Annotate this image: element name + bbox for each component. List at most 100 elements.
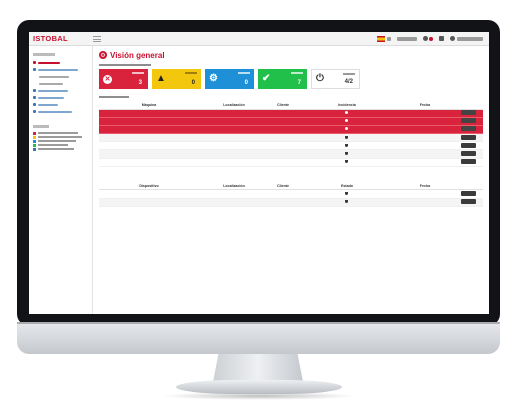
- page-subtitle: [99, 64, 151, 66]
- column-header: [453, 182, 483, 191]
- incident-cell: [297, 109, 397, 118]
- sidebar-item-reports[interactable]: [33, 94, 88, 101]
- x-circle-icon: ✕: [103, 74, 112, 84]
- istobal-logo[interactable]: ISTOBAL: [29, 34, 93, 43]
- grid-icon[interactable]: [439, 36, 444, 41]
- heart-icon: [345, 143, 348, 147]
- status-card-label: [343, 73, 355, 75]
- location-cell: [199, 198, 269, 207]
- language-selector[interactable]: [377, 35, 391, 42]
- status-card-count: 0: [191, 80, 195, 86]
- row-action-button[interactable]: [460, 151, 476, 157]
- state: [345, 191, 349, 195]
- alert-icon: [345, 127, 348, 131]
- date-cell: [397, 149, 453, 159]
- row-action-button[interactable]: [460, 118, 476, 124]
- row-action-button[interactable]: [460, 110, 476, 116]
- state: [345, 200, 349, 204]
- column-header: Máquina: [99, 102, 199, 110]
- notifications-button[interactable]: [423, 36, 433, 41]
- table-row: [99, 198, 483, 207]
- status-card-white[interactable]: ⏻ 4/2: [311, 69, 360, 89]
- status-card-count: 4/2: [344, 79, 353, 85]
- machine-cell: [99, 117, 199, 126]
- product-mockup: ISTOBAL ⚙ Visión general ✕ 3 ▲ 0 ⚙ 0 ✔ 7…: [0, 0, 517, 414]
- location-cell: [199, 109, 269, 118]
- status-card-yellow[interactable]: ▲ 0: [152, 69, 201, 89]
- date-cell: [397, 158, 453, 167]
- gears-icon: ⚙: [209, 73, 218, 84]
- hamburger-menu-icon[interactable]: [93, 35, 101, 42]
- status-card-blue[interactable]: ⚙ 0: [205, 69, 254, 89]
- sidebar-item-users[interactable]: [33, 108, 88, 115]
- location-cell: [199, 158, 269, 167]
- chin-divider: [17, 322, 500, 324]
- table-row: [99, 149, 483, 159]
- client-cell: [269, 125, 297, 135]
- heart-icon: [345, 160, 348, 164]
- check-icon: ✔: [262, 73, 271, 84]
- column-header: Cliente: [269, 182, 297, 191]
- top-menu-dropdown[interactable]: [397, 36, 417, 41]
- row-action-button[interactable]: [460, 134, 476, 140]
- sidebar-section-title: [33, 53, 55, 56]
- heart-icon: [345, 152, 348, 156]
- table-row: [99, 189, 483, 199]
- legend-swatch: [33, 147, 36, 151]
- sidebar: [29, 46, 93, 314]
- row-action-button[interactable]: [460, 190, 476, 196]
- row-action-button[interactable]: [460, 126, 476, 132]
- incident-cell: [297, 158, 397, 167]
- table-row: [99, 109, 483, 118]
- top-bar: ISTOBAL: [29, 32, 489, 46]
- sidebar-subitem-2[interactable]: [39, 80, 88, 87]
- location-cell: [199, 141, 269, 151]
- action-cell: [453, 158, 483, 167]
- row-action-button[interactable]: [460, 159, 476, 165]
- sidebar-item-installations[interactable]: [33, 66, 88, 73]
- legend-label: [38, 144, 68, 146]
- column-header: Estado: [297, 182, 397, 191]
- location-cell: [199, 133, 269, 143]
- state-cell: [297, 189, 397, 199]
- action-cell: [453, 198, 483, 207]
- incident-cell: [297, 133, 397, 143]
- wrench-icon: [33, 68, 36, 71]
- action-cell: [453, 125, 483, 135]
- devices-table: Dispositivo Localización Cliente Estado Fech…: [99, 182, 483, 207]
- column-header: Localización: [199, 102, 269, 110]
- user-menu[interactable]: [450, 36, 483, 41]
- sidebar-item-list[interactable]: [33, 101, 88, 108]
- status-card-green[interactable]: ✔ 7: [258, 69, 307, 89]
- client-cell: [269, 158, 297, 167]
- incident-cell: [297, 141, 397, 151]
- table-row: [99, 141, 483, 151]
- row-action-button[interactable]: [460, 199, 476, 205]
- legend-swatch: [33, 135, 36, 139]
- client-cell: [269, 133, 297, 143]
- row-action-button[interactable]: [460, 142, 476, 148]
- device-cell: [99, 189, 199, 199]
- incident: [345, 111, 349, 115]
- legend-swatch: [33, 139, 36, 143]
- column-header: Localización: [199, 182, 269, 191]
- page-title: Visión general: [110, 50, 165, 60]
- monitor-stand-neck: [213, 354, 303, 382]
- sidebar-item-overview[interactable]: [33, 59, 88, 66]
- date-cell: [397, 189, 453, 199]
- action-cell: [453, 149, 483, 159]
- incident: [345, 152, 349, 156]
- alert-icon: [345, 111, 348, 115]
- status-legend: [29, 131, 92, 151]
- legend-label: [38, 148, 74, 150]
- action-cell: [453, 189, 483, 199]
- state-cell: [297, 198, 397, 207]
- table-header: Dispositivo Localización Cliente Estado Fech…: [99, 182, 483, 191]
- sidebar-item-machines[interactable]: [33, 87, 88, 94]
- action-cell: [453, 133, 483, 143]
- sidebar-subitem-1[interactable]: [39, 73, 88, 80]
- status-card-red[interactable]: ✕ 3: [99, 69, 148, 89]
- monitor-stand-base: [176, 380, 342, 394]
- status-card-label: [291, 72, 303, 74]
- heart-icon: [345, 135, 348, 139]
